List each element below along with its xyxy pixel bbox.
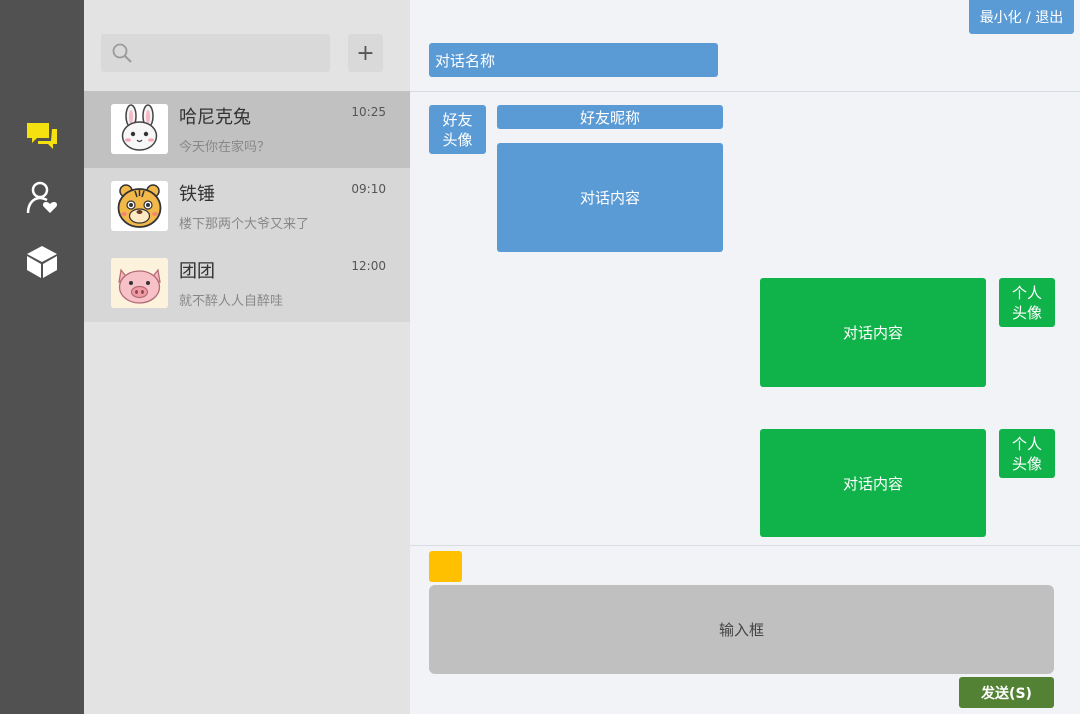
minimize-exit-button[interactable]: 最小化 / 退出 xyxy=(969,0,1074,34)
contact-preview: 今天你在家吗？ xyxy=(179,140,271,155)
chat-area: 最小化 / 退出 对话名称 好友 头像 好友昵称 对话内容 对话内容 个人 头像… xyxy=(410,0,1080,714)
rabbit-avatar-icon xyxy=(111,104,168,154)
header-divider xyxy=(410,91,1080,92)
add-chat-button[interactable]: + xyxy=(348,34,383,72)
search-box[interactable] xyxy=(101,34,330,72)
conversation-title: 对话名称 xyxy=(429,43,718,77)
contact-name: 铁锤 xyxy=(179,184,215,205)
contacts-panel: + 哈尼克兔 10:25 今天你在家吗？ 铁锤 09:10 楼下那两个大爷又来了… xyxy=(84,0,410,714)
cube-icon[interactable] xyxy=(24,244,60,280)
my-avatar[interactable]: 个人 头像 xyxy=(999,429,1055,478)
contacts-icon[interactable] xyxy=(24,180,60,216)
chat-bubbles-icon[interactable] xyxy=(24,118,60,154)
chat-app-window: + 哈尼克兔 10:25 今天你在家吗？ 铁锤 09:10 楼下那两个大爷又来了… xyxy=(0,0,1080,714)
chat-item-tuantuan[interactable]: 团团 12:00 就不醉人人自醉哇 xyxy=(84,245,410,322)
friend-avatar[interactable]: 好友 头像 xyxy=(429,105,486,154)
contact-name: 哈尼克兔 xyxy=(179,107,251,128)
pig-avatar-icon xyxy=(111,258,168,308)
contact-time: 09:10 xyxy=(351,182,386,196)
my-avatar[interactable]: 个人 头像 xyxy=(999,278,1055,327)
contact-time: 12:00 xyxy=(351,259,386,273)
search-icon xyxy=(112,43,132,63)
my-message-bubble: 对话内容 xyxy=(760,278,986,387)
contact-preview: 楼下那两个大爷又来了 xyxy=(179,217,310,232)
friend-nickname: 好友昵称 xyxy=(497,105,723,129)
chat-item-tiechui[interactable]: 铁锤 09:10 楼下那两个大爷又来了 xyxy=(84,168,410,245)
input-divider xyxy=(410,545,1080,546)
nav-rail xyxy=(0,0,84,714)
message-input[interactable]: 输入框 xyxy=(429,585,1054,674)
send-button[interactable]: 发送(S) xyxy=(959,677,1054,708)
emoji-button[interactable] xyxy=(429,551,462,582)
contact-time: 10:25 xyxy=(351,105,386,119)
my-message-bubble: 对话内容 xyxy=(760,429,986,537)
search-input[interactable] xyxy=(139,40,319,66)
chat-item-hanikeitu[interactable]: 哈尼克兔 10:25 今天你在家吗？ xyxy=(84,91,410,168)
contact-preview: 就不醉人人自醉哇 xyxy=(179,294,284,309)
contact-name: 团团 xyxy=(179,261,215,282)
friend-message-bubble: 对话内容 xyxy=(497,143,723,252)
chat-list: 哈尼克兔 10:25 今天你在家吗？ 铁锤 09:10 楼下那两个大爷又来了 团… xyxy=(84,91,410,322)
tiger-avatar-icon xyxy=(111,181,168,231)
